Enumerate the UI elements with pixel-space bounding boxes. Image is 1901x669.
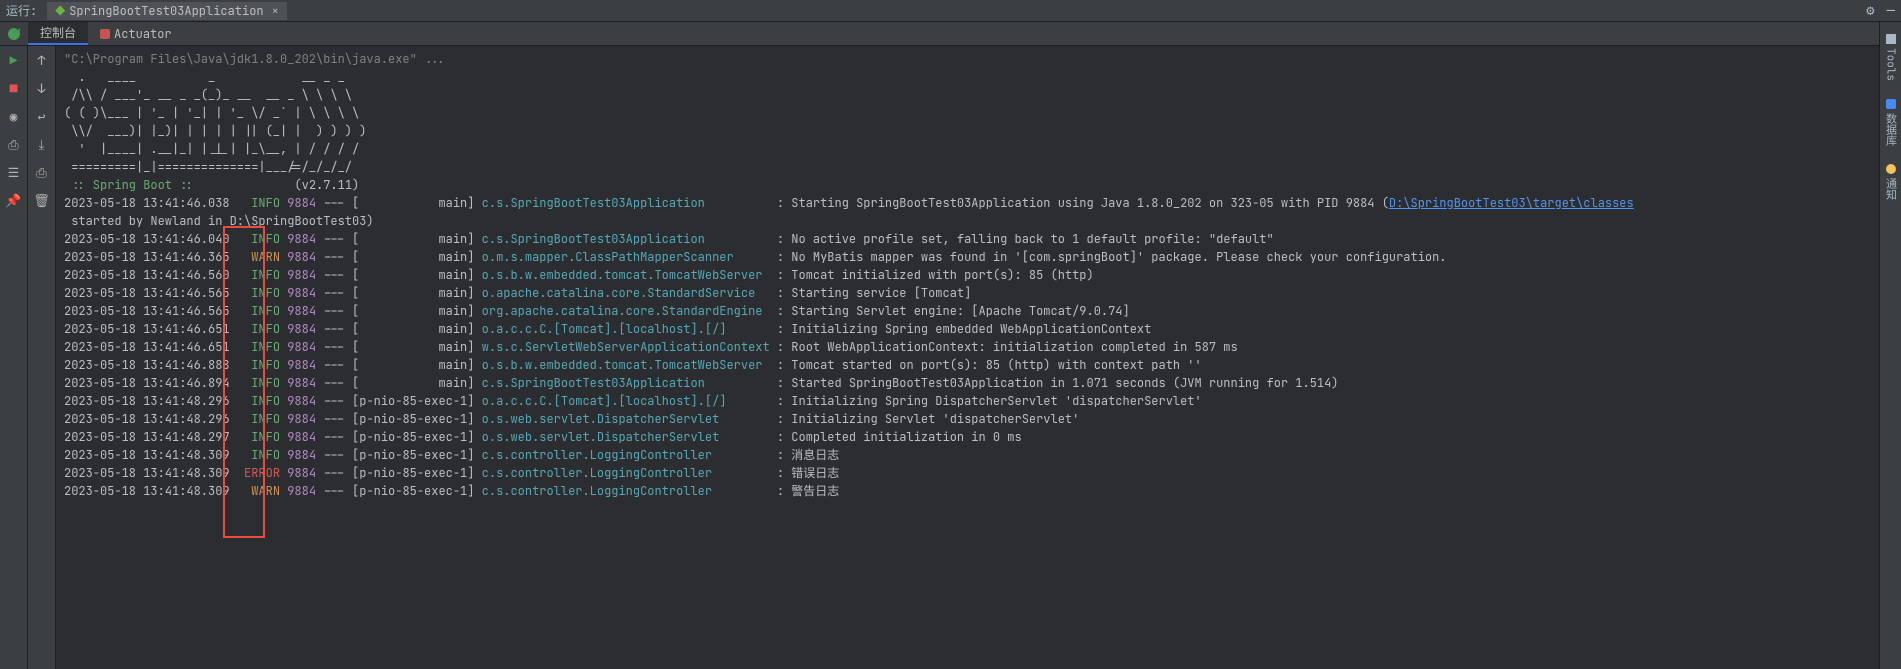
right-tab-tools-label: Tools — [1884, 48, 1898, 81]
run-icon[interactable]: ▶ — [6, 52, 22, 68]
rerun-button[interactable] — [6, 26, 22, 42]
run-tabs: 控制台 Actuator — [0, 22, 1901, 46]
console-line: started by Newland in D:\SpringBootTest0… — [64, 212, 1893, 230]
stop-icon[interactable]: ■ — [6, 80, 22, 96]
console-line: :: Spring Boot :: (v2.7.11) — [64, 176, 1893, 194]
console-line: 2023-05-18 13:41:48.309 INFO 9884 --- [p… — [64, 446, 1893, 464]
right-tab-database-label: 数据库 — [1883, 113, 1899, 146]
console-line: 2023-05-18 13:41:48.296 INFO 9884 --- [p… — [64, 392, 1893, 410]
settings-icon[interactable]: ⚙ — [1866, 2, 1874, 20]
console-line: 2023-05-18 13:41:48.309 ERROR 9884 --- [… — [64, 464, 1893, 482]
run-toolwindow-header: 运行: SpringBootTest03Application × ⚙ — — [0, 0, 1901, 22]
database-icon — [1886, 99, 1896, 109]
tab-actuator-label: Actuator — [114, 26, 172, 42]
console-line: 2023-05-18 13:41:46.894 INFO 9884 --- [ … — [64, 374, 1893, 392]
run-label: 运行: — [6, 2, 37, 19]
scroll-end-icon[interactable]: ⤓ — [34, 136, 50, 152]
console-output[interactable]: "C:\Program Files\Java\jdk1.8.0_202\bin\… — [56, 46, 1901, 669]
console-line: 2023-05-18 13:41:48.296 INFO 9884 --- [p… — [64, 410, 1893, 428]
right-tool-sidebar: Tools 数据库 通知 — [1879, 22, 1901, 669]
print-icon-2[interactable]: ⎙ — [34, 164, 50, 180]
console-line: ( ( )\___ | '_ | '_| | '_ \/ _` | \ \ \ … — [64, 104, 1893, 122]
console-line: =========|_|==============|___/=/_/_/_/ — [64, 158, 1893, 176]
console-line: ' |____| .__|_| |_|_| |_\__, | / / / / — [64, 140, 1893, 158]
console-line: 2023-05-18 13:41:46.651 INFO 9884 --- [ … — [64, 320, 1893, 338]
right-tab-tools[interactable]: Tools — [1884, 30, 1898, 85]
spring-icon — [55, 6, 65, 16]
run-config-tab[interactable]: SpringBootTest03Application × — [47, 2, 287, 20]
trash-icon[interactable]: 🗑 — [34, 192, 50, 208]
print-icon[interactable]: ⎙ — [6, 136, 22, 152]
wrap-icon[interactable]: ↩ — [34, 108, 50, 124]
tab-console[interactable]: 控制台 — [28, 22, 88, 45]
tools-icon — [1886, 34, 1896, 44]
bulb-icon — [1886, 164, 1896, 174]
tab-actuator[interactable]: Actuator — [88, 22, 184, 45]
right-tab-database[interactable]: 数据库 — [1883, 95, 1899, 150]
actuator-icon — [100, 29, 110, 39]
console-line: 2023-05-18 13:41:46.565 INFO 9884 --- [ … — [64, 302, 1893, 320]
console-line: 2023-05-18 13:41:48.309 WARN 9884 --- [p… — [64, 482, 1893, 500]
minimize-icon[interactable]: — — [1887, 2, 1895, 20]
run-config-name: SpringBootTest03Application — [69, 3, 263, 19]
console-line: 2023-05-18 13:41:46.365 WARN 9884 --- [ … — [64, 248, 1893, 266]
file-link[interactable]: D:\SpringBootTest03\target\classes — [1389, 195, 1634, 211]
console-line: 2023-05-18 13:41:46.651 INFO 9884 --- [ … — [64, 338, 1893, 356]
close-tab-icon[interactable]: × — [272, 3, 279, 19]
up-icon[interactable]: ↑ — [34, 52, 50, 68]
console-line: 2023-05-18 13:41:46.560 INFO 9884 --- [ … — [64, 266, 1893, 284]
console-line: . ____ _ __ _ _ — [64, 68, 1893, 86]
down-icon[interactable]: ↓ — [34, 80, 50, 96]
console-line: 2023-05-18 13:41:46.565 INFO 9884 --- [ … — [64, 284, 1893, 302]
console-line: 2023-05-18 13:41:46.038 INFO 9884 --- [ … — [64, 194, 1893, 212]
pin-icon[interactable]: 📌 — [6, 192, 22, 208]
console-line: 2023-05-18 13:41:48.297 INFO 9884 --- [p… — [64, 428, 1893, 446]
tab-console-label: 控制台 — [40, 24, 76, 41]
right-tab-tips[interactable]: 通知 — [1883, 160, 1899, 204]
right-tab-tips-label: 通知 — [1883, 178, 1899, 200]
layout-icon[interactable]: ☰ — [6, 164, 22, 180]
console-line: 2023-05-18 13:41:46.040 INFO 9884 --- [ … — [64, 230, 1893, 248]
run-actions-gutter: ▶ ■ ◉ ⎙ ☰ 📌 — [0, 46, 28, 669]
console-actions-gutter: ↑ ↓ ↩ ⤓ ⎙ 🗑 — [28, 46, 56, 669]
console-line: \\/ ___)| |_)| | | | | || (_| | ) ) ) ) — [64, 122, 1893, 140]
console-line: 2023-05-18 13:41:46.888 INFO 9884 --- [ … — [64, 356, 1893, 374]
console-line: "C:\Program Files\Java\jdk1.8.0_202\bin\… — [64, 50, 1893, 68]
camera-icon[interactable]: ◉ — [6, 108, 22, 124]
console-line: /\\ / ___'_ __ _ _(_)_ __ __ _ \ \ \ \ — [64, 86, 1893, 104]
